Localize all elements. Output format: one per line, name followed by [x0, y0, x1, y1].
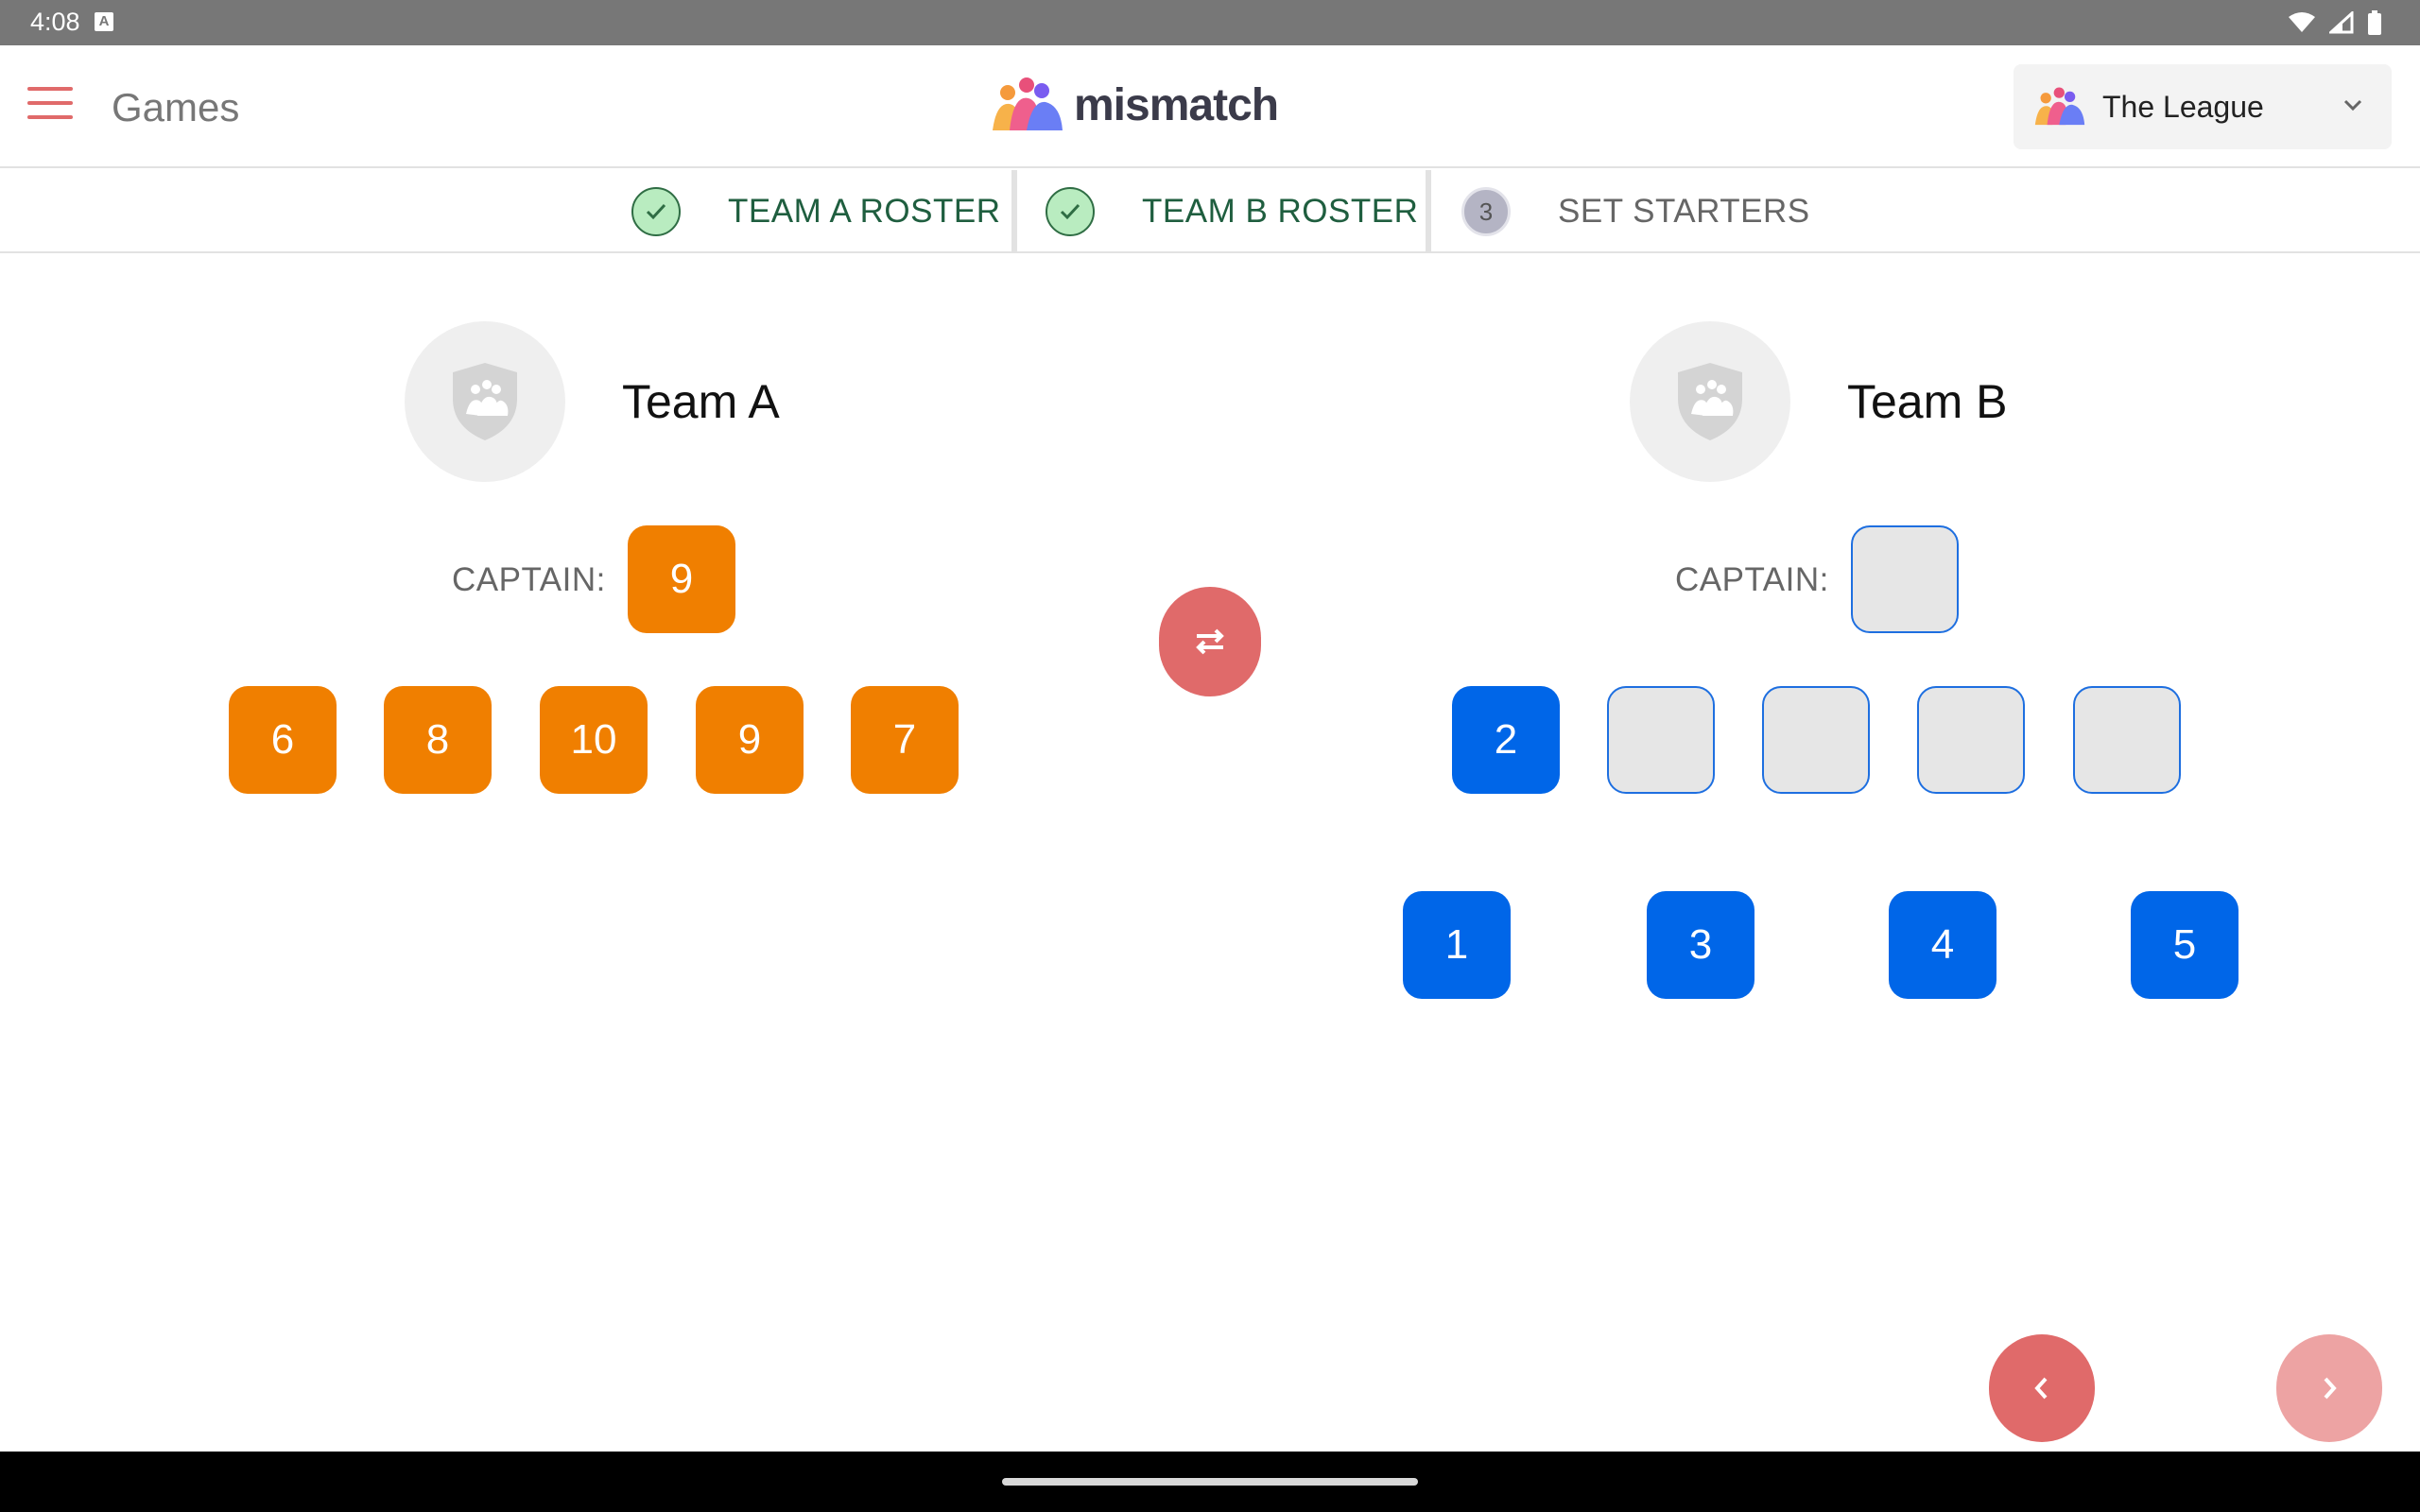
check-icon: [1046, 187, 1095, 236]
step-label: TEAM B ROSTER: [1142, 193, 1419, 230]
step-label: SET STARTERS: [1558, 193, 1810, 230]
team-a-starter-chip[interactable]: 8: [384, 686, 492, 794]
step-label: TEAM A ROSTER: [728, 193, 1001, 230]
chevron-right-icon: [2324, 1377, 2337, 1400]
team-a-captain-label: CAPTAIN:: [452, 561, 606, 598]
team-a-starter-chip[interactable]: 9: [696, 686, 804, 794]
team-b-bench-chip[interactable]: 1: [1403, 891, 1511, 999]
signal-icon: [2329, 11, 2354, 34]
shield-icon: [453, 363, 517, 440]
league-selector[interactable]: The League: [2014, 64, 2392, 149]
battery-icon: [2368, 10, 2381, 35]
notification-icon: A: [95, 12, 113, 31]
chevron-down-icon: [2343, 99, 2362, 112]
team-b-captain-slot[interactable]: [1851, 525, 1959, 633]
team-b-starter-slot[interactable]: [1607, 686, 1715, 794]
team-b-captain-label: CAPTAIN:: [1675, 561, 1829, 598]
shield-icon: [1678, 363, 1742, 440]
home-handle[interactable]: [1002, 1478, 1418, 1486]
app-bar: Games mismatch The League: [0, 45, 2420, 168]
status-icons: [2288, 8, 2382, 38]
step-divider: [1426, 170, 1431, 253]
league-name: The League: [2102, 89, 2264, 124]
step-divider: [1011, 170, 1017, 253]
league-logo-icon: [2034, 87, 2085, 126]
team-a-starter-chip[interactable]: 10: [540, 686, 648, 794]
step-number: 3: [1461, 187, 1511, 236]
mismatch-logo-icon: [993, 77, 1063, 130]
step-team-a-roster[interactable]: TEAM A ROSTER: [631, 170, 1001, 253]
system-navigation-bar: [0, 1452, 2420, 1512]
team-b-header: Team B: [1630, 321, 2008, 482]
team-b-starter-slot[interactable]: [2073, 686, 2181, 794]
logo-text: mismatch: [1074, 79, 1279, 130]
team-a-header: Team A: [405, 321, 780, 482]
wifi-icon: [2289, 12, 2315, 32]
app-logo: mismatch: [989, 74, 1279, 136]
team-b-bench-chip[interactable]: 5: [2131, 891, 2238, 999]
team-a-captain-chip[interactable]: 9: [628, 525, 735, 633]
next-button[interactable]: [2276, 1334, 2382, 1442]
stepper: TEAM A ROSTER TEAM B ROSTER 3 SET STARTE…: [0, 170, 2420, 253]
team-b-name: Team B: [1847, 375, 2008, 428]
team-b-logo: [1630, 321, 1790, 482]
team-a-starter-chip[interactable]: 6: [229, 686, 337, 794]
step-team-b-roster[interactable]: TEAM B ROSTER: [1046, 170, 1418, 253]
team-a-logo: [405, 321, 565, 482]
team-b-starter-slot[interactable]: [1917, 686, 2025, 794]
team-a-name: Team A: [622, 375, 780, 428]
team-b-bench-chip[interactable]: 3: [1647, 891, 1754, 999]
back-button[interactable]: [1989, 1334, 2095, 1442]
chevron-left-icon: [2034, 1377, 2048, 1400]
hamburger-icon[interactable]: [25, 87, 76, 125]
swap-teams-button[interactable]: [1159, 587, 1261, 696]
check-icon: [631, 187, 681, 236]
team-b-starter-slot[interactable]: [1762, 686, 1870, 794]
team-b-bench-chip[interactable]: 4: [1889, 891, 1996, 999]
page-title: Games: [112, 85, 240, 129]
team-a-starter-chip[interactable]: 7: [851, 686, 959, 794]
team-b-starter-chip[interactable]: 2: [1452, 686, 1560, 794]
status-bar: 4:08 A: [0, 0, 2420, 45]
swap-horizontal-icon: [1196, 628, 1224, 655]
step-set-starters[interactable]: 3 SET STARTERS: [1461, 170, 1810, 253]
status-time: 4:08: [30, 8, 80, 36]
